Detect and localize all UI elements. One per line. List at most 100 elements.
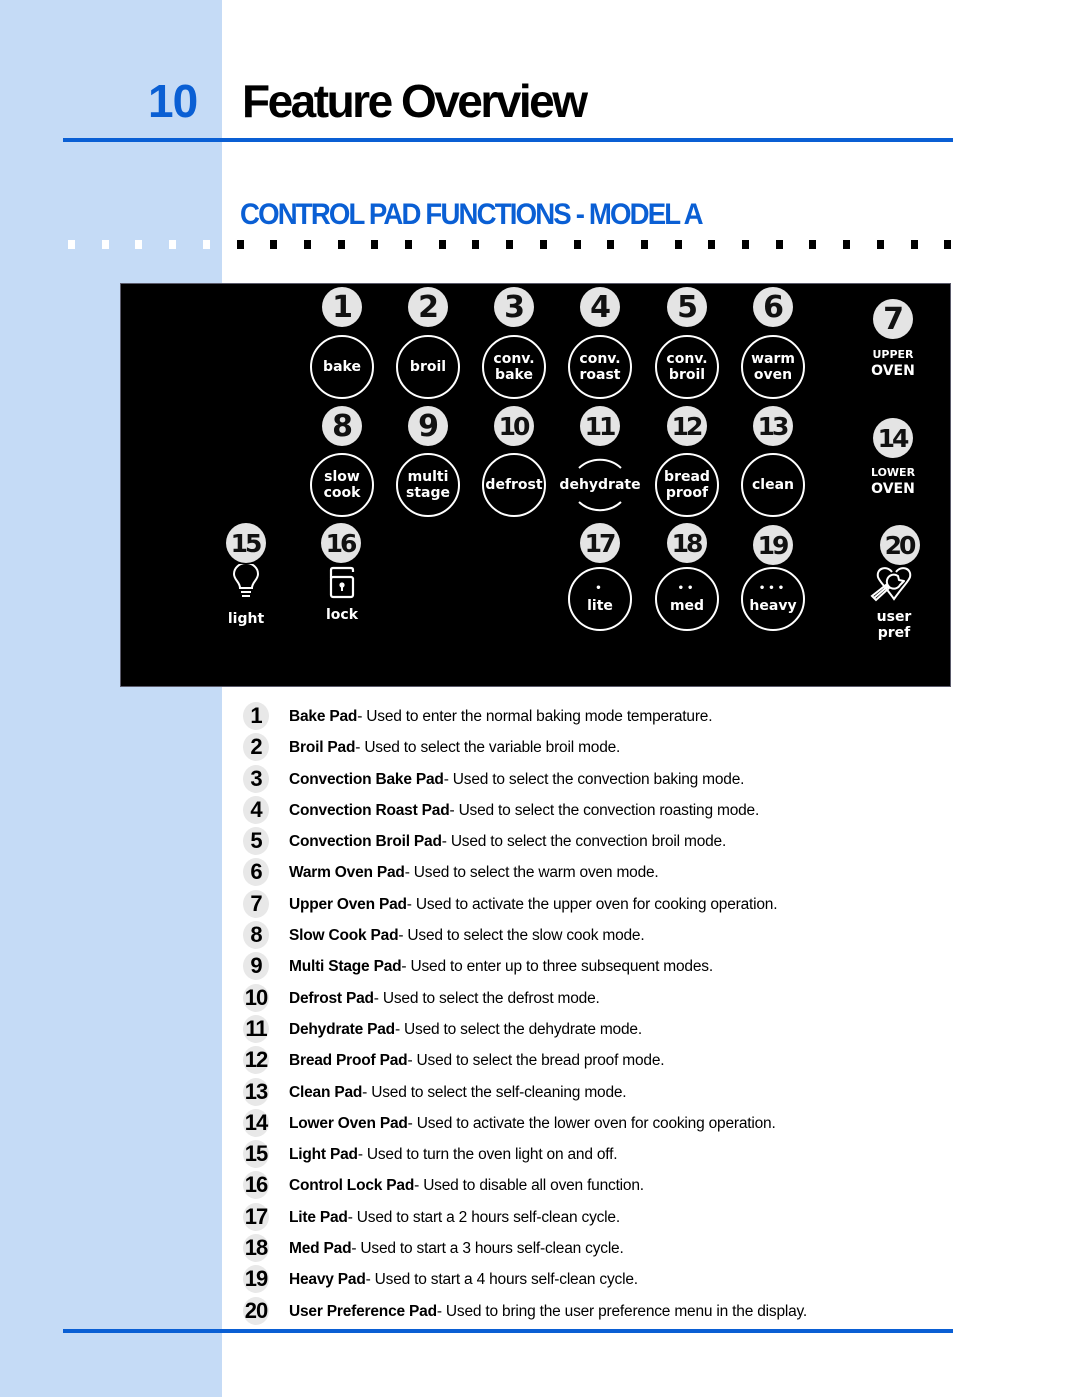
item-text: - Used to enter the normal baking mode t… xyxy=(357,708,713,725)
item-number: 19 xyxy=(244,1266,269,1292)
badge-13: 13 xyxy=(753,406,793,446)
bread-proof-pad[interactable]: bread proof xyxy=(655,453,719,517)
item-number: 20 xyxy=(244,1297,269,1323)
divider-dot xyxy=(640,240,648,249)
pad-label: broil xyxy=(668,367,706,383)
wrench-heart-icon xyxy=(870,567,912,602)
divider-dot xyxy=(169,240,177,249)
upper-oven-pad[interactable]: UPPER OVEN xyxy=(853,348,933,380)
item-text: - Used to start a 2 hours self-clean cyc… xyxy=(347,1208,620,1226)
item-name: Clean Pad xyxy=(289,1083,363,1101)
badge-1: 1 xyxy=(322,287,362,327)
list-item: 13 Clean Pad- Used to select the self-cle… xyxy=(240,1077,960,1110)
item-name: Warm Oven Pad xyxy=(289,864,405,882)
lower-label: LOWER xyxy=(870,466,916,479)
item-number: 17 xyxy=(244,1203,269,1229)
pad-label: heavy xyxy=(749,598,797,614)
pad-label: clean xyxy=(751,477,794,493)
item-description: Clean Pad- Used to select the self-clean… xyxy=(289,1083,627,1102)
item-number-badge: 9 xyxy=(240,952,272,981)
badge-16: 16 xyxy=(321,523,361,563)
item-description: Lower Oven Pad- Used to activate the low… xyxy=(289,1115,776,1133)
item-name: Multi Stage Pad xyxy=(289,958,402,976)
item-description: Convection Broil Pad- Used to select the… xyxy=(289,833,726,851)
item-text: - Used to start a 4 hours self-clean cyc… xyxy=(365,1271,638,1289)
item-description: Bake Pad- Used to enter the normal bakin… xyxy=(289,708,713,726)
item-text: - Used to select the warm oven mode. xyxy=(404,864,659,882)
description-list: 1 Bake Pad- Used to enter the normal baki… xyxy=(240,702,960,1329)
item-number: 7 xyxy=(250,890,262,916)
list-item: 15 Light Pad- Used to turn the oven light… xyxy=(240,1140,960,1172)
pad-label: defrost xyxy=(485,477,543,493)
list-item: 8 Slow Cook Pad- Used to select the slow … xyxy=(240,921,960,953)
item-text: - Used to select the variable broil mode… xyxy=(355,739,621,757)
item-number-badge: 10 xyxy=(240,983,272,1013)
item-description: Heavy Pad- Used to start a 4 hours self-… xyxy=(289,1271,638,1289)
list-item: 12 Bread Proof Pad- Used to select the br… xyxy=(240,1046,960,1078)
bottom-divider xyxy=(63,1329,953,1333)
badge-10: 10 xyxy=(494,406,534,446)
item-text: - Used to turn the oven light on and off… xyxy=(357,1146,618,1164)
warm-oven-pad[interactable]: warm oven xyxy=(741,335,805,399)
item-text: - Used to bring the user preference menu… xyxy=(436,1302,808,1320)
multi-stage-pad[interactable]: multi stage xyxy=(396,453,460,517)
conv-broil-pad[interactable]: conv. broil xyxy=(655,335,719,399)
oven-label: OVEN xyxy=(871,481,915,497)
item-description: Bread Proof Pad- Used to select the brea… xyxy=(289,1052,665,1070)
lite-pad[interactable]: • lite xyxy=(568,567,632,631)
item-number: 1 xyxy=(250,703,262,728)
badge-19: 19 xyxy=(753,525,793,565)
list-item: 20 User Preference Pad- Used to bring the… xyxy=(240,1296,960,1329)
broil-pad[interactable]: broil xyxy=(396,335,460,399)
item-name: Defrost Pad xyxy=(289,989,374,1007)
item-description: User Preference Pad- Used to bring the u… xyxy=(289,1303,807,1321)
item-text: - Used to select the convection broil mo… xyxy=(441,833,727,851)
item-number-badge: 16 xyxy=(240,1171,272,1200)
divider-dot xyxy=(337,240,345,249)
bake-pad[interactable]: bake xyxy=(310,335,374,399)
item-name: Control Lock Pad xyxy=(289,1177,415,1195)
divider-dot xyxy=(101,240,109,249)
user-label: user xyxy=(876,609,912,625)
item-name: Convection Broil Pad xyxy=(289,833,442,851)
item-number: 2 xyxy=(250,734,262,760)
item-number-badge: 20 xyxy=(240,1296,272,1326)
divider-dot xyxy=(236,240,244,249)
pad-label: bread xyxy=(664,469,710,485)
divider-dot xyxy=(674,240,682,249)
user-pref-pad[interactable]: user pref xyxy=(859,566,929,641)
lock-pad[interactable]: lock xyxy=(307,566,377,623)
divider-dot xyxy=(371,240,379,249)
item-number-badge: 8 xyxy=(240,921,272,950)
list-item: 16 Control Lock Pad- Used to disable all … xyxy=(240,1171,960,1203)
badge-17: 17 xyxy=(580,523,620,563)
badge-9: 9 xyxy=(408,406,448,446)
chapter-number: 10 xyxy=(148,75,198,127)
pad-label: dehydrate xyxy=(559,477,641,493)
item-name: Lite Pad xyxy=(289,1208,348,1226)
item-number-badge: 7 xyxy=(240,889,272,919)
light-pad[interactable]: light xyxy=(211,562,281,627)
item-text: - Used to select the bread proof mode. xyxy=(407,1052,665,1070)
pad-label: conv. xyxy=(579,351,621,367)
defrost-pad[interactable]: defrost xyxy=(482,453,546,517)
med-pad[interactable]: •• med xyxy=(655,567,719,631)
divider-dot xyxy=(742,240,749,249)
item-number-badge: 18 xyxy=(240,1234,272,1263)
divider-dot xyxy=(438,240,446,249)
lightbulb-icon xyxy=(232,562,260,597)
item-number: 15 xyxy=(244,1141,269,1167)
item-number: 4 xyxy=(250,796,262,822)
list-item: 11 Dehydrate Pad- Used to select the dehy… xyxy=(240,1014,960,1047)
clean-pad[interactable]: clean xyxy=(741,453,805,517)
item-text: - Used to start a 3 hours self-clean cyc… xyxy=(351,1240,624,1258)
lower-oven-pad[interactable]: LOWER OVEN xyxy=(853,466,933,498)
badge-5: 5 xyxy=(667,287,707,327)
conv-bake-pad[interactable]: conv. bake xyxy=(482,335,546,399)
dehydrate-pad[interactable]: dehydrate xyxy=(559,453,641,517)
slow-cook-pad[interactable]: slow cook xyxy=(310,453,374,517)
divider-dot xyxy=(809,240,817,249)
heavy-pad[interactable]: ••• heavy xyxy=(741,567,805,631)
item-description: Upper Oven Pad- Used to activate the upp… xyxy=(289,896,778,914)
conv-roast-pad[interactable]: conv. roast xyxy=(568,335,632,399)
